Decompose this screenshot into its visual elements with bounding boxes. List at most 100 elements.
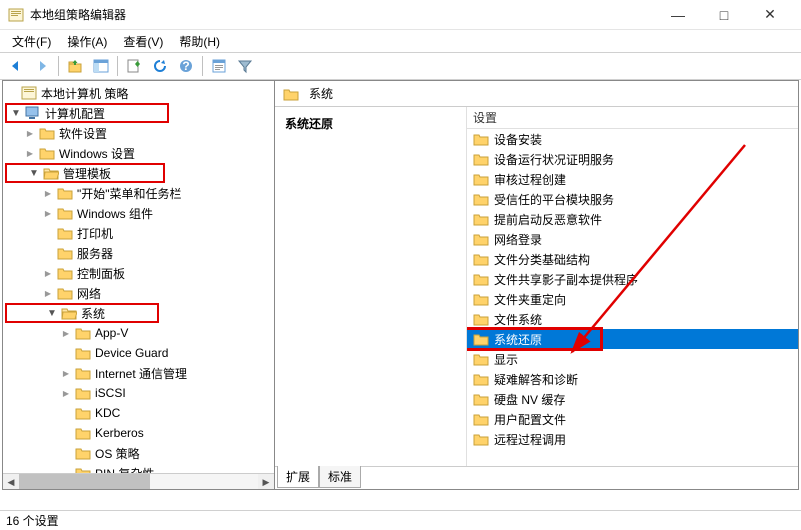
details-pane: 系统 系统还原 设置 设备安装设备运行状况证明服务审核过程创建受信任的平台模块服…	[275, 81, 798, 489]
tree-network[interactable]: ▶ 网络	[3, 283, 274, 303]
list-item[interactable]: 文件夹重定向	[467, 289, 798, 309]
tree-admin-templates[interactable]: ▼ 管理模板	[3, 163, 274, 183]
tree-internet-comm[interactable]: ▶ Internet 通信管理	[3, 363, 274, 383]
tree-label: Internet 通信管理	[95, 365, 187, 382]
properties-button[interactable]	[207, 55, 231, 77]
chevron-right-icon[interactable]: ▶	[41, 266, 55, 280]
tree-computer-config[interactable]: ▼ 计算机配置	[3, 103, 274, 123]
tab-extended[interactable]: 扩展	[277, 466, 319, 488]
chevron-right-icon[interactable]: ▶	[59, 326, 73, 340]
tree-kerberos[interactable]: Kerberos	[3, 423, 274, 443]
chevron-right-icon[interactable]: ▶	[41, 186, 55, 200]
list-item-label: 文件系统	[494, 311, 542, 328]
chevron-right-icon[interactable]: ▶	[59, 366, 73, 380]
settings-list[interactable]: 设备安装设备运行状况证明服务审核过程创建受信任的平台模块服务提前启动反恶意软件网…	[467, 129, 798, 467]
main-split: 本地计算机 策略 ▼ 计算机配置 ▶ 软件设置 ▶	[2, 80, 799, 490]
scroll-left-button[interactable]: ◀	[3, 474, 19, 489]
forward-button[interactable]	[30, 55, 54, 77]
list-item[interactable]: 系统还原	[467, 329, 798, 349]
tree-software-settings[interactable]: ▶ 软件设置	[3, 123, 274, 143]
list-item[interactable]: 网络登录	[467, 229, 798, 249]
list-item[interactable]: 受信任的平台模块服务	[467, 189, 798, 209]
status-bar: 16 个设置	[0, 510, 801, 530]
tree-windows-settings[interactable]: ▶ Windows 设置	[3, 143, 274, 163]
tree[interactable]: 本地计算机 策略 ▼ 计算机配置 ▶ 软件设置 ▶	[3, 81, 274, 473]
chevron-down-icon[interactable]: ▼	[27, 166, 41, 180]
tree-pane: 本地计算机 策略 ▼ 计算机配置 ▶ 软件设置 ▶	[3, 81, 275, 489]
scroll-right-button[interactable]: ▶	[258, 474, 274, 489]
tree-printers[interactable]: 打印机	[3, 223, 274, 243]
folder-icon	[473, 312, 489, 326]
chevron-right-icon[interactable]: ▶	[23, 126, 37, 140]
list-item-label: 系统还原	[494, 331, 542, 348]
folder-icon	[473, 332, 489, 346]
refresh-button[interactable]	[148, 55, 172, 77]
list-item[interactable]: 文件分类基础结构	[467, 249, 798, 269]
details-description-pane: 系统还原	[275, 107, 467, 467]
minimize-button[interactable]: —	[655, 0, 701, 30]
svg-text:?: ?	[182, 59, 189, 73]
tree-os-policies[interactable]: OS 策略	[3, 443, 274, 463]
details-list-pane: 设置 设备安装设备运行状况证明服务审核过程创建受信任的平台模块服务提前启动反恶意…	[467, 107, 798, 467]
menu-help[interactable]: 帮助(H)	[171, 31, 228, 52]
tree-appv[interactable]: ▶ App-V	[3, 323, 274, 343]
list-item[interactable]: 显示	[467, 349, 798, 369]
menu-file[interactable]: 文件(F)	[4, 31, 59, 52]
back-button[interactable]	[4, 55, 28, 77]
tree-start-menu[interactable]: ▶ "开始"菜单和任务栏	[3, 183, 274, 203]
chevron-right-icon[interactable]: ▶	[41, 206, 55, 220]
folder-icon	[57, 206, 73, 220]
chevron-right-icon[interactable]: ▶	[23, 146, 37, 160]
scroll-track[interactable]	[19, 474, 258, 489]
tree-iscsi[interactable]: ▶ iSCSI	[3, 383, 274, 403]
tree-server[interactable]: 服务器	[3, 243, 274, 263]
list-item[interactable]: 文件系统	[467, 309, 798, 329]
filter-button[interactable]	[233, 55, 257, 77]
chevron-down-icon[interactable]: ▼	[45, 306, 59, 320]
list-item-label: 提前启动反恶意软件	[494, 211, 602, 228]
tree-pin-complexity[interactable]: PIN 复杂性	[3, 463, 274, 473]
folder-icon	[75, 426, 91, 440]
folder-open-icon	[61, 306, 77, 320]
menu-bar: 文件(F) 操作(A) 查看(V) 帮助(H)	[0, 30, 801, 52]
column-header[interactable]: 设置	[467, 107, 798, 129]
list-item[interactable]: 文件共享影子副本提供程序	[467, 269, 798, 289]
close-button[interactable]: ✕	[747, 0, 793, 30]
tree-label: OS 策略	[95, 445, 140, 462]
help-button[interactable]: ?	[174, 55, 198, 77]
tree-label: "开始"菜单和任务栏	[77, 185, 182, 202]
list-item[interactable]: 硬盘 NV 缓存	[467, 389, 798, 409]
tree-device-guard[interactable]: Device Guard	[3, 343, 274, 363]
tree-root[interactable]: 本地计算机 策略	[3, 83, 274, 103]
show-hide-tree-button[interactable]	[89, 55, 113, 77]
tree-horizontal-scrollbar[interactable]: ◀ ▶	[3, 473, 274, 489]
view-tabs: 扩展 标准	[275, 466, 798, 488]
list-item[interactable]: 设备运行状况证明服务	[467, 149, 798, 169]
menu-view[interactable]: 查看(V)	[115, 31, 171, 52]
computer-icon	[25, 106, 41, 120]
chevron-down-icon[interactable]: ▼	[9, 106, 23, 120]
list-item[interactable]: 设备安装	[467, 129, 798, 149]
folder-icon	[75, 466, 91, 473]
chevron-right-icon[interactable]: ▶	[59, 386, 73, 400]
up-button[interactable]	[63, 55, 87, 77]
page-title: 系统还原	[285, 115, 456, 132]
list-item-label: 设备安装	[494, 131, 542, 148]
list-item[interactable]: 提前启动反恶意软件	[467, 209, 798, 229]
tree-control-panel[interactable]: ▶ 控制面板	[3, 263, 274, 283]
tree-kdc[interactable]: KDC	[3, 403, 274, 423]
tree-system[interactable]: ▼ 系统	[3, 303, 274, 323]
chevron-right-icon[interactable]: ▶	[41, 286, 55, 300]
list-item[interactable]: 远程过程调用	[467, 429, 798, 449]
menu-action[interactable]: 操作(A)	[59, 31, 115, 52]
export-button[interactable]	[122, 55, 146, 77]
folder-icon	[473, 192, 489, 206]
maximize-button[interactable]: □	[701, 0, 747, 30]
tree-win-components[interactable]: ▶ Windows 组件	[3, 203, 274, 223]
list-item[interactable]: 疑难解答和诊断	[467, 369, 798, 389]
list-item[interactable]: 审核过程创建	[467, 169, 798, 189]
list-item[interactable]: 用户配置文件	[467, 409, 798, 429]
folder-icon	[57, 226, 73, 240]
list-item-label: 审核过程创建	[494, 171, 566, 188]
tab-standard[interactable]: 标准	[319, 466, 361, 488]
